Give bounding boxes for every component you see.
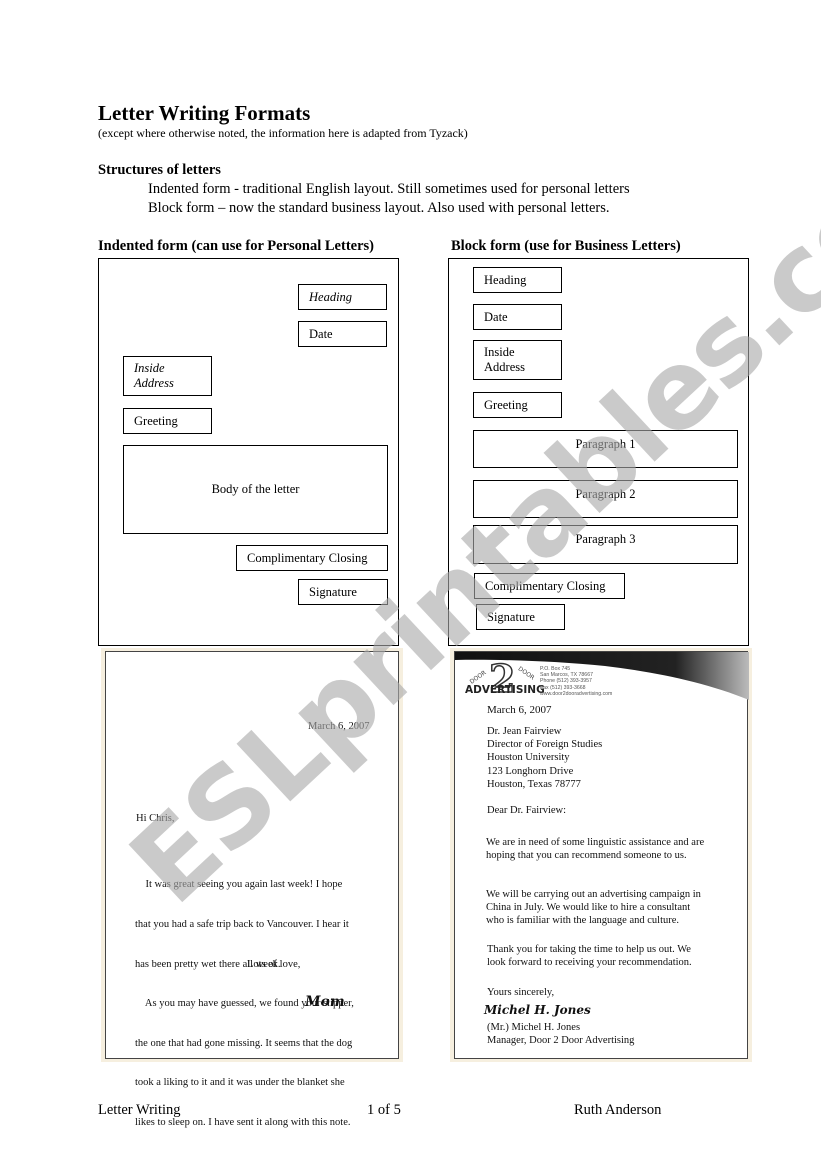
indented-form-title: Indented form (can use for Personal Lett…: [98, 238, 374, 254]
paragraph-line: We are in need of some linguistic assist…: [486, 837, 705, 848]
structure-indented-description: Indented form - traditional English layo…: [148, 181, 630, 197]
business-letter-paragraph-1: We are in need of some linguistic assist…: [486, 836, 704, 862]
business-letter-paragraph-3: Thank you for taking the time to help us…: [487, 943, 692, 969]
indented-closing-box: Complimentary Closing: [236, 545, 388, 571]
indented-heading-box: Heading: [298, 284, 387, 310]
indented-date-box: Date: [298, 321, 387, 347]
footer-page-number: 1 of 5: [367, 1102, 401, 1118]
paragraph-line: China in July. We would like to hire a c…: [486, 902, 691, 914]
indented-inside-address-box: Inside Address: [123, 356, 212, 396]
inside-address-line: Dr. Jean Fairview: [487, 726, 562, 737]
block-date-box: Date: [473, 304, 562, 330]
inside-address-line: Director of Foreign Studies: [487, 739, 603, 751]
personal-letter-body-line: It was great seeing you again last week!…: [135, 879, 343, 891]
footer-left: Letter Writing: [98, 1102, 181, 1118]
inside-address-line: 123 Longhorn Drive: [487, 765, 574, 777]
document-subtitle: (except where otherwise noted, the infor…: [98, 126, 468, 140]
block-inside-address-line2: Address: [484, 360, 525, 374]
business-letter-closing: Yours sincerely,: [487, 987, 555, 998]
inside-address-line: Houston, Texas 78777: [487, 778, 581, 790]
block-inside-address-line1: Inside: [484, 345, 515, 359]
block-paragraph-1-box: Paragraph 1: [473, 430, 738, 468]
block-form-diagram: Heading Date Inside Address Greeting Par…: [448, 258, 749, 646]
inside-address-line: Houston University: [487, 752, 570, 764]
personal-letter-body-line: that you had a safe trip back to Vancouv…: [135, 919, 349, 931]
business-letter-salutation: Dear Dr. Fairview:: [487, 805, 567, 816]
block-closing-box: Complimentary Closing: [474, 573, 625, 599]
personal-letter-body-line: the one that had gone missing. It seems …: [135, 1037, 353, 1049]
block-paragraph-2-box: Paragraph 2: [473, 480, 738, 518]
personal-letter-body-line: took a liking to it and it was under the…: [135, 1077, 345, 1089]
footer-author: Ruth Anderson: [574, 1102, 662, 1118]
paragraph-line: hoping that you can recommend someone to…: [486, 850, 687, 862]
business-letter-signer-name: (Mr.) Michel H. Jones: [487, 1022, 581, 1033]
personal-letter-date: March 6, 2007: [308, 721, 370, 732]
block-heading-box: Heading: [473, 267, 562, 293]
paragraph-line: look forward to receiving your recommend…: [487, 957, 692, 969]
structures-heading: Structures of letters: [98, 162, 221, 178]
personal-letter-greeting: Hi Chris,: [136, 813, 175, 824]
business-letter-signer-title: Manager, Door 2 Door Advertising: [487, 1035, 635, 1046]
block-signature-box: Signature: [476, 604, 565, 630]
business-letter-inside-address: Dr. Jean Fairview Director of Foreign St…: [487, 725, 602, 791]
personal-letter-closing: Lots of love,: [247, 959, 301, 970]
indented-form-diagram: Heading Date Inside Address Greeting Bod…: [98, 258, 399, 646]
indented-greeting-box: Greeting: [123, 408, 212, 434]
paragraph-line: Thank you for taking the time to help us…: [487, 944, 691, 955]
logo-wordmark: ADVERTISING: [465, 684, 545, 696]
business-letter-paragraph-2: We will be carrying out an advertising c…: [486, 888, 701, 928]
indented-signature-box: Signature: [298, 579, 388, 605]
letterhead-contact-line: www.door2dooradvertising.com: [540, 690, 613, 697]
personal-letter-body-line: As you may have guessed, we found your s…: [135, 998, 354, 1010]
block-greeting-box: Greeting: [473, 392, 562, 418]
indented-body-box: Body of the letter: [123, 445, 388, 534]
personal-letter-example: March 6, 2007 Hi Chris, It was great see…: [105, 651, 399, 1128]
block-paragraph-3-box: Paragraph 3: [473, 525, 738, 564]
paragraph-line: who is familiar with the language and cu…: [486, 915, 680, 927]
personal-letter-signature: Mom: [305, 994, 345, 1010]
indented-inside-address-line1: Inside: [134, 361, 165, 375]
block-form-title: Block form (use for Business Letters): [451, 238, 681, 254]
structure-block-description: Block form – now the standard business l…: [148, 200, 610, 216]
indented-inside-address-line2: Address: [134, 376, 174, 390]
block-inside-address-box: Inside Address: [473, 340, 562, 380]
paragraph-line: We will be carrying out an advertising c…: [486, 889, 701, 900]
business-letter-date: March 6, 2007: [487, 704, 552, 716]
business-letter-signature: Michel H. Jones: [484, 1003, 591, 1017]
business-letter-example: DOOR 2 DOOR ADVERTISING P.O. Box 745 San…: [454, 651, 749, 1059]
letterhead-contact: P.O. Box 745 San Marcos, TX 78667 Phone …: [540, 666, 612, 697]
document-title: Letter Writing Formats: [98, 101, 311, 125]
